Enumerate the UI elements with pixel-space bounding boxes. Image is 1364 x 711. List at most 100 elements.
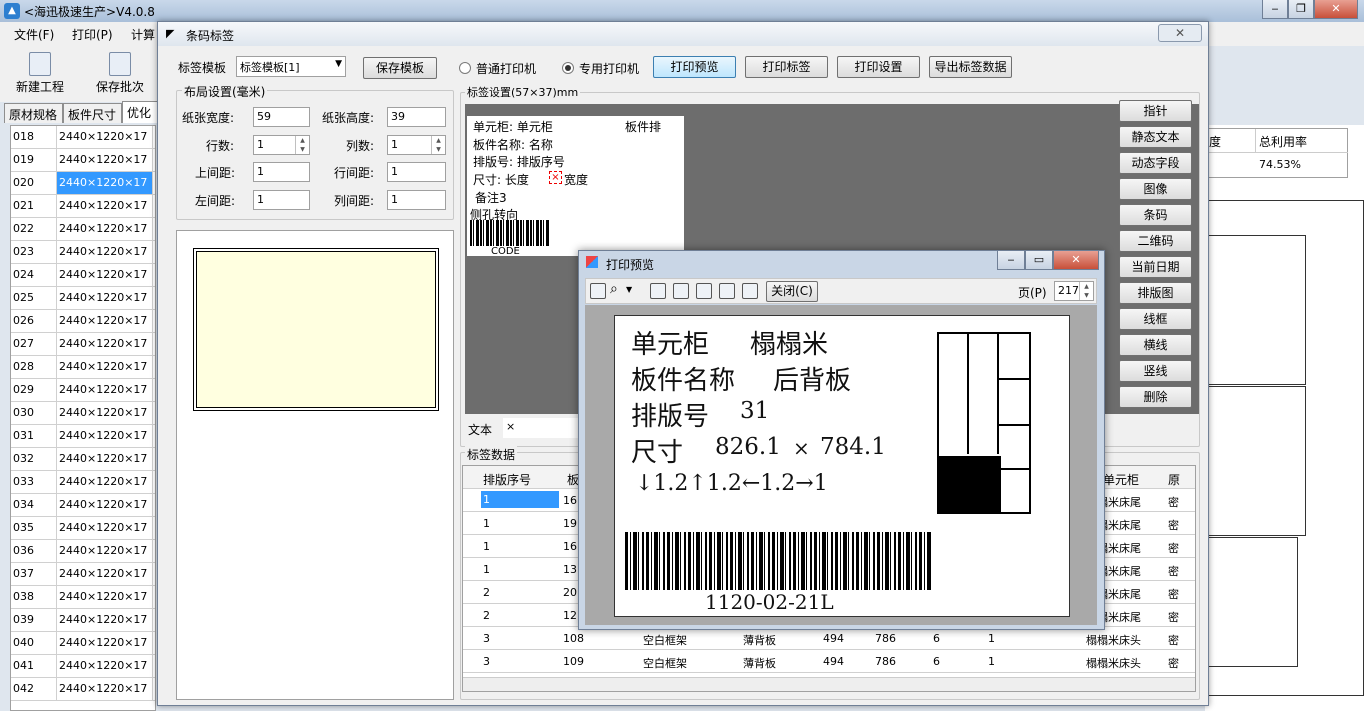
- table-cell[interactable]: 3: [483, 632, 490, 645]
- table-row[interactable]: 032 2440×1220×17: [11, 448, 155, 471]
- row-id-cell[interactable]: 032: [11, 448, 57, 470]
- delete-button[interactable]: 删除: [1119, 386, 1192, 408]
- maximize-button[interactable]: ❐: [1288, 0, 1314, 19]
- table-cell[interactable]: 密: [1168, 517, 1179, 533]
- spin-arrows-icon[interactable]: ▲ ▼: [1079, 282, 1093, 300]
- pp-maximize-button[interactable]: ▭: [1025, 251, 1053, 270]
- print-settings-button[interactable]: 打印设置: [837, 56, 920, 78]
- menu-print[interactable]: 打印(P): [72, 26, 113, 43]
- row-id-cell[interactable]: 019: [11, 149, 57, 171]
- table-cell[interactable]: 12: [563, 609, 577, 622]
- row-id-cell[interactable]: 025: [11, 287, 57, 309]
- table-row[interactable]: 041 2440×1220×17: [11, 655, 155, 678]
- table-cell[interactable]: 密: [1168, 632, 1179, 648]
- pp-minimize-button[interactable]: ‒: [997, 251, 1025, 270]
- row-id-cell[interactable]: 042: [11, 678, 57, 700]
- table-cell[interactable]: 6: [933, 655, 940, 668]
- row-id-cell[interactable]: 034: [11, 494, 57, 516]
- table-row[interactable]: 035 2440×1220×17: [11, 517, 155, 540]
- barcode-button[interactable]: 条码: [1119, 204, 1192, 226]
- row-size-cell[interactable]: 2440×1220×17: [57, 402, 153, 424]
- dialog-close-button[interactable]: ✕: [1158, 24, 1202, 42]
- table-row[interactable]: 037 2440×1220×17: [11, 563, 155, 586]
- table-row[interactable]: 025 2440×1220×17: [11, 287, 155, 310]
- row-size-cell[interactable]: 2440×1220×17: [57, 356, 153, 378]
- row-size-cell[interactable]: 2440×1220×17: [57, 172, 153, 194]
- qrcode-button[interactable]: 二维码: [1119, 230, 1192, 252]
- table-cell[interactable]: 494: [823, 655, 844, 668]
- table-row[interactable]: 024 2440×1220×17: [11, 264, 155, 287]
- spin-arrows-icon[interactable]: ▲ ▼: [295, 136, 309, 154]
- tab-optimize[interactable]: 优化: [122, 101, 158, 123]
- printer-icon[interactable]: [590, 283, 606, 299]
- table-row[interactable]: 028 2440×1220×17: [11, 356, 155, 379]
- table-cell[interactable]: 密: [1168, 494, 1179, 510]
- two-pages-icon[interactable]: [673, 283, 689, 299]
- table-cell[interactable]: 薄背板: [743, 632, 776, 648]
- row-id-cell[interactable]: 029: [11, 379, 57, 401]
- row-size-cell[interactable]: 2440×1220×17: [57, 609, 153, 631]
- table-cell[interactable]: 6: [933, 632, 940, 645]
- table-row[interactable]: 029 2440×1220×17: [11, 379, 155, 402]
- table-cell[interactable]: 1: [988, 632, 995, 645]
- row-size-cell[interactable]: 2440×1220×17: [57, 586, 153, 608]
- table-row[interactable]: 038 2440×1220×17: [11, 586, 155, 609]
- top-margin-input[interactable]: 1: [253, 162, 310, 182]
- spin-arrows-icon[interactable]: ▲ ▼: [431, 136, 445, 154]
- image-button[interactable]: 图像: [1119, 178, 1192, 200]
- static-text-button[interactable]: 静态文本: [1119, 126, 1192, 148]
- table-cell[interactable]: 密: [1168, 609, 1179, 625]
- table-row[interactable]: 042 2440×1220×17: [11, 678, 155, 701]
- row-id-cell[interactable]: 028: [11, 356, 57, 378]
- row-size-cell[interactable]: 2440×1220×17: [57, 126, 153, 148]
- horizontal-line-button[interactable]: 横线: [1119, 334, 1192, 356]
- table-cell[interactable]: 1: [483, 540, 490, 553]
- frame-button[interactable]: 线框: [1119, 308, 1192, 330]
- row-id-cell[interactable]: 020: [11, 172, 57, 194]
- label-field-name[interactable]: 板件名称: 名称: [473, 136, 553, 153]
- label-barcode[interactable]: [470, 220, 550, 246]
- row-size-cell[interactable]: 2440×1220×17: [57, 195, 153, 217]
- row-size-cell[interactable]: 2440×1220×17: [57, 517, 153, 539]
- layout-image-button[interactable]: 排版图: [1119, 282, 1192, 304]
- label-field-note3[interactable]: 备注3: [475, 189, 507, 206]
- row-size-cell[interactable]: 2440×1220×17: [57, 241, 153, 263]
- row-size-cell[interactable]: 2440×1220×17: [57, 379, 153, 401]
- table-row[interactable]: 039 2440×1220×17: [11, 609, 155, 632]
- minimize-button[interactable]: ‒: [1262, 0, 1288, 19]
- label-design-paper[interactable]: 单元柜: 单元柜 板件排 板件名称: 名称 排版号: 排版序号 尺寸: 长度 ×…: [467, 116, 684, 256]
- row-id-cell[interactable]: 018: [11, 126, 57, 148]
- row-size-cell[interactable]: 2440×1220×17: [57, 149, 153, 171]
- row-id-cell[interactable]: 041: [11, 655, 57, 677]
- table-row[interactable]: 027 2440×1220×17: [11, 333, 155, 356]
- image-placeholder-icon[interactable]: ×: [549, 171, 562, 184]
- row-size-cell[interactable]: 2440×1220×17: [57, 310, 153, 332]
- table-row[interactable]: 036 2440×1220×17: [11, 540, 155, 563]
- table-cell[interactable]: 108: [563, 632, 584, 645]
- row-size-cell[interactable]: 2440×1220×17: [57, 448, 153, 470]
- col-gap-input[interactable]: 1: [387, 190, 446, 210]
- special-printer-radio[interactable]: [562, 62, 574, 74]
- zoom-icon[interactable]: ⌕: [610, 281, 618, 297]
- column-header[interactable]: 原: [1168, 471, 1180, 488]
- table-cell[interactable]: 786: [875, 632, 896, 645]
- close-button[interactable]: ✕: [1314, 0, 1358, 19]
- row-id-cell[interactable]: 035: [11, 517, 57, 539]
- row-id-cell[interactable]: 026: [11, 310, 57, 332]
- table-cell[interactable]: 榻榻米床头: [1086, 632, 1141, 648]
- print-preview-button[interactable]: 打印预览: [653, 56, 736, 78]
- row-size-cell[interactable]: 2440×1220×17: [57, 287, 153, 309]
- table-row[interactable]: 030 2440×1220×17: [11, 402, 155, 425]
- row-id-cell[interactable]: 033: [11, 471, 57, 493]
- print-label-button[interactable]: 打印标签: [745, 56, 828, 78]
- six-pages-icon[interactable]: [742, 283, 758, 299]
- row-gap-input[interactable]: 1: [387, 162, 446, 182]
- table-cell[interactable]: 3: [483, 655, 490, 668]
- zoom-dropdown-icon[interactable]: ▼: [626, 285, 632, 294]
- table-cell[interactable]: 16: [563, 540, 577, 553]
- table-row[interactable]: 040 2440×1220×17: [11, 632, 155, 655]
- text-input[interactable]: ×: [503, 418, 583, 438]
- table-row[interactable]: 033 2440×1220×17: [11, 471, 155, 494]
- row-id-cell[interactable]: 039: [11, 609, 57, 631]
- table-row[interactable]: 034 2440×1220×17: [11, 494, 155, 517]
